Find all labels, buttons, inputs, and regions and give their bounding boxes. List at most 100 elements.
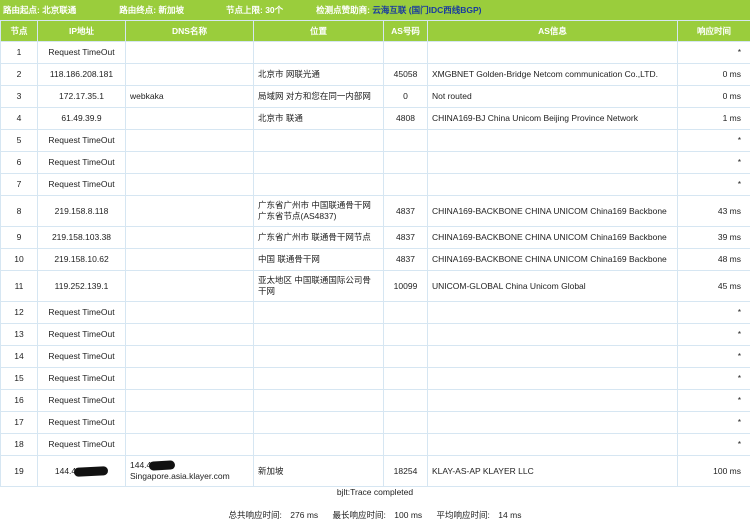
redaction-mark — [73, 465, 109, 477]
ip-address: Request TimeOut — [37, 41, 126, 64]
response-time: * — [677, 173, 750, 196]
location: 中国 联通骨干网 — [253, 248, 384, 271]
hop-number: 17 — [0, 411, 38, 434]
hop-number: 8 — [0, 195, 38, 227]
as-number: 4808 — [383, 107, 428, 130]
hop-number: 4 — [0, 107, 38, 130]
sponsor: 检测点赞助商: 云海互联 (国门IDC西线BGP) — [316, 4, 481, 16]
route-start: 路由起点: 北京联通 — [3, 4, 76, 16]
response-time: 1 ms — [677, 107, 750, 130]
hop-limit-value: 30个 — [265, 5, 284, 15]
route-end-value: 新加坡 — [158, 5, 184, 15]
ip-address: Request TimeOut — [37, 173, 126, 196]
table-row: 15 Request TimeOut * — [0, 367, 750, 390]
response-time: 43 ms — [677, 195, 750, 227]
route-end: 路由终点: 新加坡 — [119, 4, 184, 16]
total-time-label: 总共响应时间: — [228, 510, 282, 520]
hop-number: 6 — [0, 151, 38, 174]
trace-header-bar: 路由起点: 北京联通 路由终点: 新加坡 节点上限: 30个 检测点赞助商: 云… — [0, 0, 750, 20]
as-number — [383, 411, 428, 434]
location — [253, 151, 384, 174]
sponsor-detail: (国门IDC西线BGP) — [408, 5, 482, 15]
location — [253, 173, 384, 196]
ip-address-cell: 144.4 — [37, 455, 126, 487]
table-row: 7 Request TimeOut * — [0, 173, 750, 196]
response-time: * — [677, 301, 750, 324]
dns-name — [125, 129, 254, 152]
hop-number: 9 — [0, 226, 38, 249]
hop-number: 5 — [0, 129, 38, 152]
hop-number: 12 — [0, 301, 38, 324]
response-time: * — [677, 433, 750, 456]
as-number — [383, 433, 428, 456]
total-time: 总共响应时间: 276 ms — [226, 510, 322, 520]
as-info — [427, 173, 678, 196]
as-info: KLAY-AS-AP KLAYER LLC — [427, 455, 678, 487]
response-time: 45 ms — [677, 270, 750, 302]
ip-address: 219.158.10.62 — [37, 248, 126, 271]
as-number — [383, 367, 428, 390]
dns-name — [125, 345, 254, 368]
as-info — [427, 129, 678, 152]
ip-address: Request TimeOut — [37, 389, 126, 412]
location — [253, 129, 384, 152]
hop-number: 3 — [0, 85, 38, 108]
table-row: 9 219.158.103.38 广东省广州市 联通骨干网节点 4837 CHINA16… — [0, 226, 750, 249]
sponsor-label: 检测点赞助商: — [316, 5, 370, 15]
col-header-ip: IP地址 — [37, 20, 126, 42]
table-row: 6 Request TimeOut * — [0, 151, 750, 174]
as-number — [383, 345, 428, 368]
dns-name — [125, 41, 254, 64]
location: 广东省广州市 联通骨干网节点 — [253, 226, 384, 249]
trace-table: 节点 IP地址 DNS名称 位置 AS号码 AS信息 响应时间 1 Request… — [0, 20, 750, 487]
ip-address: 118.186.208.181 — [37, 63, 126, 86]
max-time-label: 最长响应时间: — [332, 510, 386, 520]
sponsor-link[interactable]: 云海互联 (国门IDC西线BGP) — [372, 5, 481, 15]
response-time: * — [677, 323, 750, 346]
response-time: 48 ms — [677, 248, 750, 271]
as-number: 4837 — [383, 248, 428, 271]
hop-number: 14 — [0, 345, 38, 368]
as-number: 0 — [383, 85, 428, 108]
as-info — [427, 345, 678, 368]
response-time: * — [677, 151, 750, 174]
table-row: 19 144.4 144.4Singapore.asia.klayer.com … — [0, 455, 750, 487]
dns-name — [125, 248, 254, 271]
table-row: 5 Request TimeOut * — [0, 129, 750, 152]
as-number — [383, 129, 428, 152]
hop-number: 13 — [0, 323, 38, 346]
hop-limit-label: 节点上限: — [225, 5, 263, 15]
max-time-value: 100 ms — [394, 510, 423, 520]
response-time: * — [677, 41, 750, 64]
location — [253, 301, 384, 324]
total-time-value: 276 ms — [290, 510, 319, 520]
sponsor-name: 云海互联 — [372, 5, 407, 15]
ip-address: Request TimeOut — [37, 301, 126, 324]
as-info — [427, 41, 678, 64]
col-header-hop: 节点 — [0, 20, 38, 42]
table-header-row: 节点 IP地址 DNS名称 位置 AS号码 AS信息 响应时间 — [0, 20, 750, 42]
ip-address: Request TimeOut — [37, 151, 126, 174]
table-row: 13 Request TimeOut * — [0, 323, 750, 346]
as-info — [427, 301, 678, 324]
as-info — [427, 151, 678, 174]
response-time: * — [677, 345, 750, 368]
table-row: 10 219.158.10.62 中国 联通骨干网 4837 CHINA169-BACK… — [0, 248, 750, 271]
as-number — [383, 151, 428, 174]
hop-number: 18 — [0, 433, 38, 456]
table-row: 3 172.17.35.1 webkaka 局域网 对方和您在同一内部网 0 Not ro… — [0, 85, 750, 108]
as-number — [383, 41, 428, 64]
ip-address: 172.17.35.1 — [37, 85, 126, 108]
dns-name: webkaka — [125, 85, 254, 108]
max-time: 最长响应时间: 100 ms — [330, 510, 426, 520]
dns-name — [125, 63, 254, 86]
col-header-response-time: 响应时间 — [677, 20, 750, 42]
as-info — [427, 323, 678, 346]
hop-number: 19 — [0, 455, 38, 487]
col-header-location: 位置 — [253, 20, 384, 42]
hop-number: 1 — [0, 41, 38, 64]
response-time: 100 ms — [677, 455, 750, 487]
ip-address: 219.158.8.118 — [37, 195, 126, 227]
hop-number: 16 — [0, 389, 38, 412]
ip-address: Request TimeOut — [37, 129, 126, 152]
